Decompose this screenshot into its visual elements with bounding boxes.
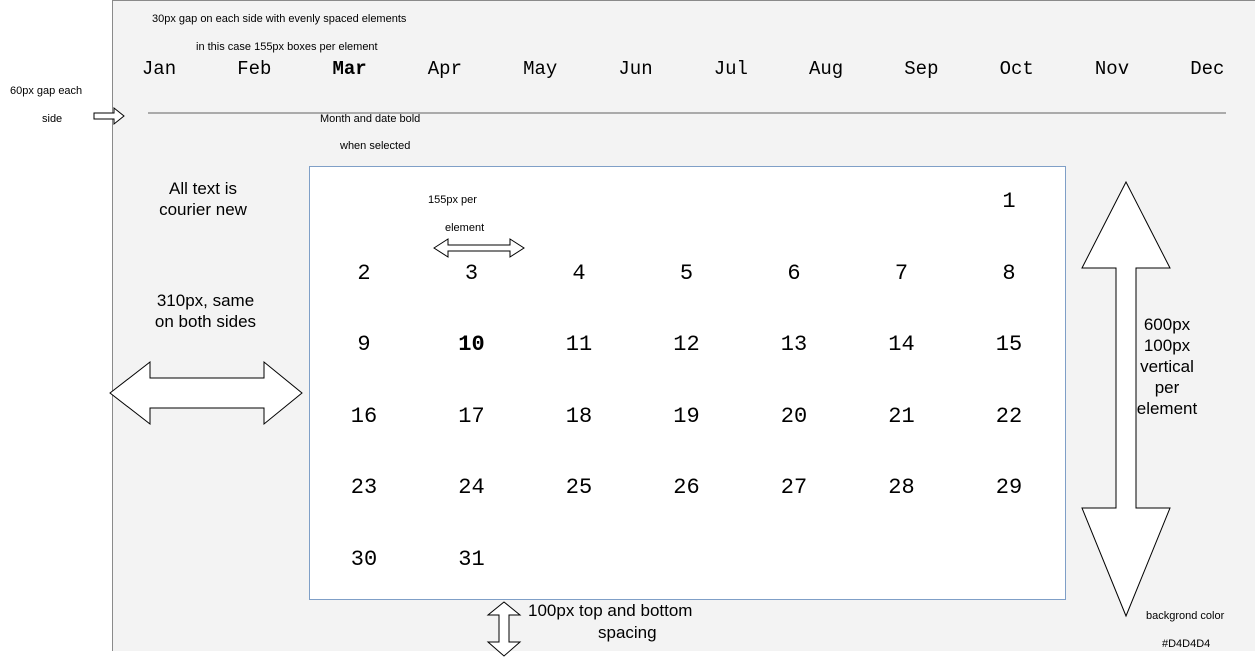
calendar-day-31[interactable]: 31 (432, 547, 512, 573)
calendar-grid: 1 2 3 4 5 6 7 8 9 10 11 12 13 14 15 16 17 18 19 20 21 22 23 24 2… (309, 166, 1066, 600)
month-tab-dec[interactable]: Dec (1157, 58, 1255, 80)
calendar-day-21[interactable]: 21 (862, 404, 942, 430)
calendar-day-28[interactable]: 28 (862, 475, 942, 501)
calendar-day-24[interactable]: 24 (432, 475, 512, 501)
side-gap-annotation-line1: 60px gap each (10, 85, 83, 97)
month-tab-may[interactable]: May (490, 58, 590, 80)
calendar-day-17[interactable]: 17 (432, 404, 512, 430)
calendar-day-26[interactable]: 26 (647, 475, 727, 501)
calendar-day-2[interactable]: 2 (324, 261, 404, 287)
calendar-day-1[interactable]: 1 (969, 189, 1049, 215)
calendar-day-20[interactable]: 20 (754, 404, 834, 430)
calendar-day-30[interactable]: 30 (324, 547, 404, 573)
month-tab-aug[interactable]: Aug (776, 58, 876, 80)
month-tab-sep[interactable]: Sep (871, 58, 971, 80)
calendar-day-12[interactable]: 12 (647, 332, 727, 358)
calendar-day-9[interactable]: 9 (324, 332, 404, 358)
calendar-day-14[interactable]: 14 (862, 332, 942, 358)
calendar-day-8[interactable]: 8 (969, 261, 1049, 287)
calendar-day-10[interactable]: 10 (432, 332, 512, 358)
bottom-spacing-double-arrow-icon (486, 601, 522, 657)
calendar-day-19[interactable]: 19 (647, 404, 727, 430)
side-gap-annotation-line2: side (42, 113, 63, 125)
calendar-day-11[interactable]: 11 (539, 332, 619, 358)
background-color-annotation-line2: #D4D4D4 (1162, 638, 1211, 650)
calendar-day-15[interactable]: 15 (969, 332, 1049, 358)
calendar-day-27[interactable]: 27 (754, 475, 834, 501)
element-width-annotation-line2: element (445, 222, 485, 234)
month-tab-jul[interactable]: Jul (681, 58, 781, 80)
month-tab-jan[interactable]: Jan (109, 58, 209, 80)
bold-annotation-line1: Month and date bold (320, 113, 421, 125)
calendar-day-6[interactable]: 6 (754, 261, 834, 287)
bold-annotation-line2: when selected (340, 140, 411, 152)
month-tab-nov[interactable]: Nov (1062, 58, 1162, 80)
vertical-spacing-annotation: 600px 100px vertical per element (1136, 315, 1198, 418)
font-annotation: All text is courier new (159, 179, 247, 219)
month-tab-jun[interactable]: Jun (586, 58, 686, 80)
calendar-day-25[interactable]: 25 (539, 475, 619, 501)
side-width-annotation: 310px, same on both sides (154, 291, 257, 331)
month-divider (148, 112, 1226, 114)
calendar-day-22[interactable]: 22 (969, 404, 1049, 430)
calendar-day-29[interactable]: 29 (969, 475, 1049, 501)
month-tab-apr[interactable]: Apr (395, 58, 495, 80)
month-tab-feb[interactable]: Feb (204, 58, 304, 80)
calendar-day-3[interactable]: 3 (432, 261, 512, 287)
element-width-annotation-line1: 155px per (428, 194, 477, 206)
calendar-day-18[interactable]: 18 (539, 404, 619, 430)
background-color-annotation-line1: backgrond color (1146, 610, 1225, 622)
calendar-day-4[interactable]: 4 (539, 261, 619, 287)
right-arrow-icon (93, 106, 125, 126)
calendar-day-13[interactable]: 13 (754, 332, 834, 358)
calendar-day-23[interactable]: 23 (324, 475, 404, 501)
calendar-day-7[interactable]: 7 (862, 261, 942, 287)
bottom-spacing-annotation-line1: 100px top and bottom (528, 601, 693, 620)
month-tab-mar[interactable]: Mar (300, 58, 400, 80)
gap-annotation-line2: in this case 155px boxes per element (196, 41, 378, 53)
calendar-day-5[interactable]: 5 (647, 261, 727, 287)
bottom-spacing-annotation-line2: spacing (598, 623, 657, 642)
side-width-double-arrow-icon (109, 360, 303, 426)
calendar-day-16[interactable]: 16 (324, 404, 404, 430)
gap-annotation-line1: 30px gap on each side with evenly spaced… (152, 13, 407, 25)
month-tab-oct[interactable]: Oct (967, 58, 1067, 80)
element-width-double-arrow-icon (433, 238, 525, 258)
